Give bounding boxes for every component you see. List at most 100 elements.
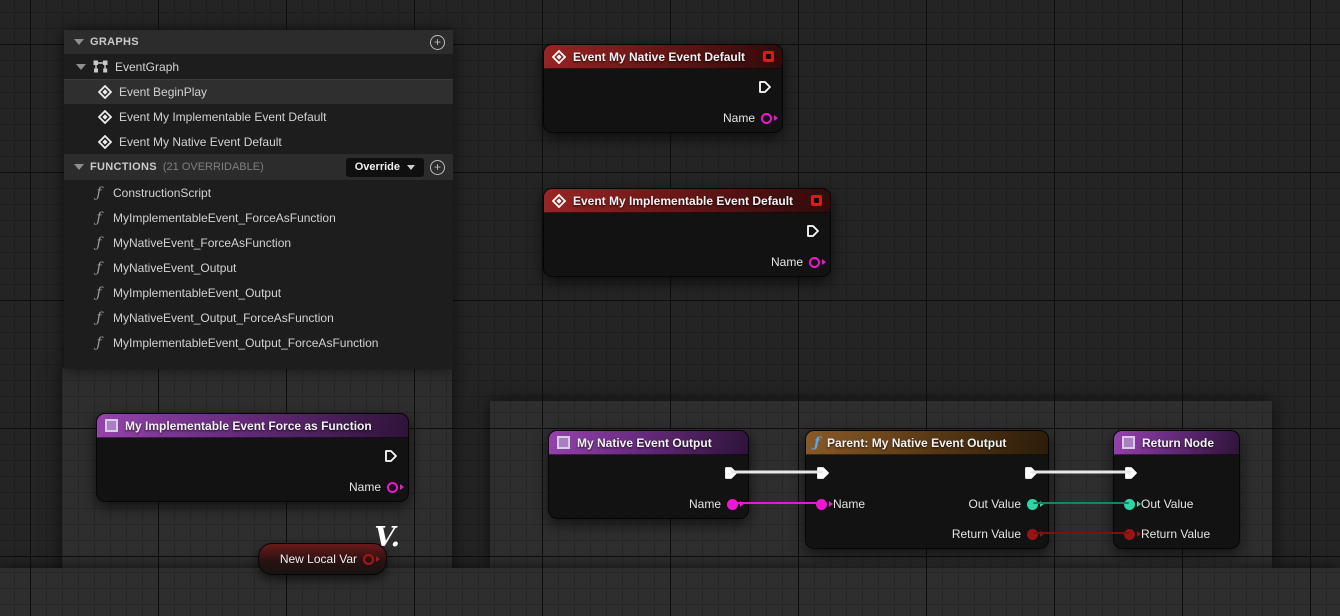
sidebar-item-function[interactable]: ƒ MyImplementableEvent_ForceAsFunction [64, 205, 453, 230]
function-icon: ƒ [92, 335, 106, 351]
sidebar-item-label: MyNativeEvent_Output [113, 261, 236, 275]
function-icon: ƒ [92, 285, 106, 301]
pin-label: Out Value [969, 497, 1021, 511]
sidebar-item-label: MyNativeEvent_Output_ForceAsFunction [113, 311, 334, 325]
graph-panel-bottom-band [0, 568, 1340, 616]
node-title: Event My Native Event Default [573, 50, 745, 64]
return-value-input-pin[interactable] [1124, 529, 1135, 540]
exec-input-pin[interactable] [1124, 466, 1138, 480]
add-graph-button[interactable]: + [430, 35, 445, 50]
function-icon: ƒ [92, 235, 106, 251]
exec-output-pin[interactable] [806, 224, 820, 238]
collapse-caret-icon[interactable] [74, 39, 84, 45]
sidebar-item-label: Event My Native Event Default [119, 135, 282, 149]
graphs-section-title: GRAPHS [90, 36, 139, 48]
override-dropdown[interactable]: Override [346, 158, 424, 177]
functions-section-title: FUNCTIONS [90, 161, 157, 173]
sidebar-item-label: MyImplementableEvent_Output_ForceAsFunct… [113, 336, 378, 350]
node-title: Return Node [1142, 436, 1214, 450]
chevron-down-icon [407, 165, 415, 170]
node-header[interactable]: Return Node [1114, 431, 1239, 455]
node-return-node[interactable]: Return Node Out Value Return Value [1113, 430, 1240, 549]
event-icon [98, 85, 112, 99]
name-output-pin[interactable] [387, 482, 398, 493]
pin-label: Name [771, 255, 803, 269]
node-my-native-event-output[interactable]: My Native Event Output Name [548, 430, 749, 519]
add-function-button[interactable]: + [430, 160, 445, 175]
function-graph-icon [557, 436, 570, 449]
graphs-list: EventGraph Event BeginPlay Event My Impl… [64, 54, 453, 154]
function-icon: ƒ [92, 185, 106, 201]
return-value-output-pin[interactable] [1027, 529, 1038, 540]
event-icon [98, 110, 112, 124]
event-icon [552, 194, 566, 208]
out-value-output-pin[interactable] [1027, 499, 1038, 510]
exec-output-pin[interactable] [384, 449, 398, 463]
exec-output-pin[interactable] [724, 466, 738, 480]
sidebar-item-label: Event My Implementable Event Default [119, 110, 326, 124]
sidebar-item-function[interactable]: ƒ MyImplementableEvent_Output_ForceAsFun… [64, 330, 453, 355]
blueprint-editor-canvas: GRAPHS + EventGraph [0, 0, 1340, 616]
name-output-pin[interactable] [727, 499, 738, 510]
function-icon: ƒ [92, 260, 106, 276]
node-header[interactable]: Event My Native Event Default [544, 45, 782, 69]
sidebar-item-constructionscript[interactable]: ƒ ConstructionScript [64, 180, 453, 205]
node-header[interactable]: My Native Event Output [549, 431, 748, 455]
functions-overridable-count: (21 OVERRIDABLE) [163, 161, 264, 173]
node-title: My Implementable Event Force as Function [125, 419, 372, 433]
node-my-implementable-event-force-as-function[interactable]: My Implementable Event Force as Function… [96, 413, 409, 502]
name-output-pin[interactable] [809, 257, 820, 268]
graph-icon [93, 60, 108, 73]
name-output-pin[interactable] [761, 113, 772, 124]
exec-input-pin[interactable] [816, 466, 830, 480]
collapse-caret-icon[interactable] [76, 64, 86, 70]
node-header[interactable]: My Implementable Event Force as Function [97, 414, 408, 438]
node-title: My Native Event Output [577, 436, 712, 450]
local-var-label: New Local Var [280, 552, 357, 566]
sidebar-item-function[interactable]: ƒ MyNativeEvent_ForceAsFunction [64, 230, 453, 255]
sidebar-item-label: MyImplementableEvent_Output [113, 286, 281, 300]
sidebar-item-event-native[interactable]: Event My Native Event Default [64, 129, 453, 154]
sidebar-item-event-implementable[interactable]: Event My Implementable Event Default [64, 104, 453, 129]
functions-list: ƒ ConstructionScript ƒ MyImplementableEv… [64, 180, 453, 355]
sidebar-item-function[interactable]: ƒ MyNativeEvent_Output [64, 255, 453, 280]
node-event-my-native-event-default[interactable]: Event My Native Event Default Name [543, 44, 783, 133]
exec-output-pin[interactable] [1024, 466, 1038, 480]
override-dropdown-label: Override [355, 161, 400, 173]
node-header[interactable]: Event My Implementable Event Default [544, 189, 830, 213]
sidebar-item-label: MyNativeEvent_ForceAsFunction [113, 236, 291, 250]
function-graph-icon [1122, 436, 1135, 449]
node-parent-my-native-event-output[interactable]: ƒ Parent: My Native Event Output Name Ou… [805, 430, 1049, 549]
function-icon: ƒ [92, 310, 106, 326]
pin-label: Return Value [1141, 527, 1210, 541]
sidebar-item-function[interactable]: ƒ MyNativeEvent_Output_ForceAsFunction [64, 305, 453, 330]
my-blueprint-panel: GRAPHS + EventGraph [64, 30, 453, 369]
pin-label: Name [349, 480, 381, 494]
node-new-local-var[interactable]: New Local Var V. [258, 543, 387, 575]
sidebar-item-label: ConstructionScript [113, 186, 211, 200]
sidebar-item-function[interactable]: ƒ MyImplementableEvent_Output [64, 280, 453, 305]
graphs-section-header[interactable]: GRAPHS + [64, 30, 453, 54]
node-event-my-implementable-event-default[interactable]: Event My Implementable Event Default Nam… [543, 188, 831, 277]
local-var-output-pin[interactable] [363, 554, 374, 565]
event-indicator-icon [763, 51, 774, 62]
sidebar-item-label: EventGraph [115, 60, 179, 74]
pin-label: Name [833, 497, 865, 511]
sidebar-item-label: MyImplementableEvent_ForceAsFunction [113, 211, 336, 225]
out-value-input-pin[interactable] [1124, 499, 1135, 510]
sidebar-item-event-beginplay[interactable]: Event BeginPlay [64, 79, 453, 104]
sidebar-item-eventgraph[interactable]: EventGraph [64, 54, 453, 79]
event-icon [98, 135, 112, 149]
node-title: Parent: My Native Event Output [827, 436, 1006, 450]
function-graph-icon [105, 419, 118, 432]
event-icon [552, 50, 566, 64]
function-call-icon: ƒ [814, 435, 820, 451]
pin-label: Name [723, 111, 755, 125]
exec-output-pin[interactable] [758, 80, 772, 94]
sidebar-item-label: Event BeginPlay [119, 85, 207, 99]
functions-section-header[interactable]: FUNCTIONS (21 OVERRIDABLE) Override + [64, 154, 453, 180]
node-title: Event My Implementable Event Default [573, 194, 793, 208]
node-header[interactable]: ƒ Parent: My Native Event Output [806, 431, 1048, 455]
name-input-pin[interactable] [816, 499, 827, 510]
collapse-caret-icon[interactable] [74, 164, 84, 170]
